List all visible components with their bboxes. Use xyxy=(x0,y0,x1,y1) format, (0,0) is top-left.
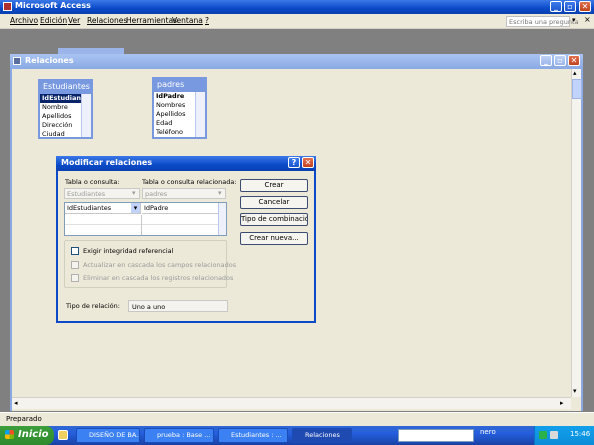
relation-type-label: Tipo de relación: xyxy=(66,302,120,310)
create-button[interactable]: Crear xyxy=(240,179,308,192)
related-table-label: Tabla o consulta relacionada: xyxy=(142,178,237,186)
cascade-delete-label: Eliminar en cascada los registros relaci… xyxy=(83,274,234,282)
minimize-icon[interactable]: _ xyxy=(550,1,562,12)
join-type-button[interactable]: Tipo de combinación... xyxy=(240,213,308,226)
help-search-input[interactable]: Escriba una pregunta xyxy=(506,16,579,27)
windows-logo-icon xyxy=(5,430,14,439)
dialog-title: Modificar relaciones xyxy=(61,158,153,167)
help-icon[interactable]: ? xyxy=(288,157,300,168)
close-menu-icon[interactable]: × xyxy=(584,15,591,24)
chevron-down-icon[interactable]: ▾ xyxy=(132,189,136,197)
dialog-title-bar[interactable]: Modificar relaciones ? ✕ xyxy=(56,156,316,171)
status-text: Preparado xyxy=(6,415,42,423)
system-tray: 15:46 xyxy=(534,426,594,445)
cancel-button[interactable]: Cancelar xyxy=(240,196,308,209)
relations-window-icon xyxy=(13,57,21,65)
menu-bar: Archivo Edición Ver Relaciones Herramien… xyxy=(0,14,594,29)
app-title-bar[interactable]: Microsoft Access _ ▫ ✕ xyxy=(0,0,594,14)
menu-edicion[interactable]: Edición xyxy=(40,16,67,25)
scroll-up-icon[interactable]: ▴ xyxy=(573,69,577,77)
scroll-left-icon[interactable]: ◂ xyxy=(14,399,18,407)
task-prueba[interactable]: prueba : Base ... xyxy=(144,428,214,443)
menu-ver[interactable]: Ver xyxy=(68,16,80,25)
start-label: Inicio xyxy=(18,429,49,440)
grid-divider xyxy=(141,215,142,235)
tray-icon[interactable] xyxy=(550,431,558,439)
access-key-icon[interactable] xyxy=(3,2,12,11)
relation-type-value-box: Uno a uno xyxy=(128,300,228,312)
vertical-scrollbar[interactable]: ▴ ▾ xyxy=(571,69,582,397)
maximize-icon[interactable]: ▫ xyxy=(564,1,576,12)
enforce-integrity-checkbox[interactable] xyxy=(71,247,79,255)
table-padres[interactable]: padres IdPadre Nombres Apellidos Edad Te… xyxy=(152,77,207,139)
address-box[interactable] xyxy=(398,429,474,442)
status-bar: Preparado xyxy=(0,412,594,426)
modify-relations-dialog: Tabla o consulta: Tabla o consulta relac… xyxy=(56,171,316,323)
integrity-group: Exigir integridad referencial Actualizar… xyxy=(64,240,236,288)
relations-minimize-icon[interactable]: _ xyxy=(540,55,552,66)
grid-scrollbar[interactable] xyxy=(218,203,226,235)
table-select[interactable]: Estudiantes ▾ xyxy=(64,188,140,199)
table-estudiantes[interactable]: Estudiantes IdEstudiantes Nombre Apellid… xyxy=(38,79,93,139)
table-scrollbar[interactable] xyxy=(195,92,205,137)
relations-title-bar[interactable]: Relaciones _ ▫ ✕ xyxy=(10,54,583,69)
table-title[interactable]: padres xyxy=(154,79,205,92)
cascade-update-checkbox[interactable] xyxy=(71,261,79,269)
menu-ayuda[interactable]: ? xyxy=(205,16,209,25)
task-diseno[interactable]: DISEÑO DE BA... xyxy=(76,428,140,443)
cascade-update-label: Actualizar en cascada los campos relacio… xyxy=(83,261,237,269)
tray-icon[interactable] xyxy=(539,431,547,439)
dialog-close-icon[interactable]: ✕ xyxy=(302,157,314,168)
quicklaunch-icon[interactable] xyxy=(58,430,68,440)
grid-cell[interactable]: IdEstudiantes ▾ xyxy=(65,203,141,214)
grid-cell[interactable]: IdPadre xyxy=(142,203,218,214)
relations-close-icon[interactable]: ✕ xyxy=(568,55,580,66)
table-label: Tabla o consulta: xyxy=(65,178,120,186)
start-button[interactable]: Inicio xyxy=(0,426,54,445)
scroll-down-icon[interactable]: ▾ xyxy=(573,387,577,395)
dropdown-icon[interactable]: ▾ xyxy=(572,16,576,24)
close-icon[interactable]: ✕ xyxy=(579,1,591,12)
table-title[interactable]: Estudiantes xyxy=(40,81,91,94)
related-table-select[interactable]: padres ▾ xyxy=(142,188,226,199)
horizontal-scrollbar[interactable]: ◂ ▸ xyxy=(12,397,571,409)
menu-ventana[interactable]: Ventana xyxy=(172,16,203,25)
menu-archivo[interactable]: Archivo xyxy=(10,16,38,25)
field-grid[interactable]: IdEstudiantes ▾ IdPadre xyxy=(64,202,227,236)
create-new-button[interactable]: Crear nueva... xyxy=(240,232,308,245)
clock: 15:46 xyxy=(570,430,591,438)
chevron-down-icon[interactable]: ▾ xyxy=(218,189,222,197)
scroll-right-icon[interactable]: ▸ xyxy=(560,399,564,407)
relation-type-value: Uno a uno xyxy=(132,303,166,311)
relations-title: Relaciones xyxy=(25,56,74,65)
chevron-down-icon[interactable]: ▾ xyxy=(131,203,140,213)
table-scrollbar[interactable] xyxy=(81,94,91,137)
menu-herramientas[interactable]: Herramientas xyxy=(126,16,177,25)
nero-label: nero xyxy=(480,428,496,436)
relations-maximize-icon[interactable]: ▫ xyxy=(554,55,566,66)
vertical-scroll-thumb[interactable] xyxy=(572,79,582,99)
cascade-delete-checkbox[interactable] xyxy=(71,274,79,282)
task-estudiantes[interactable]: Estudiantes : ... xyxy=(218,428,288,443)
menu-relaciones[interactable]: Relaciones xyxy=(87,16,127,25)
app-title: Microsoft Access xyxy=(15,1,91,10)
enforce-integrity-label: Exigir integridad referencial xyxy=(83,247,174,255)
task-relaciones[interactable]: Relaciones xyxy=(292,428,352,443)
